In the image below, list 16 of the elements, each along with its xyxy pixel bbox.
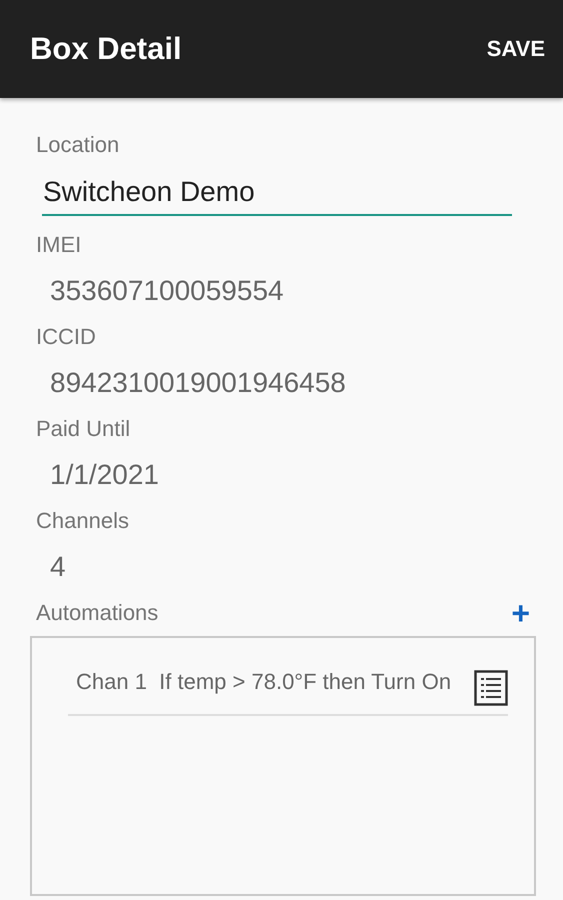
- location-field[interactable]: Switcheon Demo: [42, 168, 512, 216]
- field-label: Paid Until: [36, 415, 132, 443]
- section-label: Automations: [36, 599, 158, 627]
- field-label: IMEI: [36, 231, 82, 259]
- field-label: Channels: [36, 507, 130, 535]
- automation-item[interactable]: Chan 1 If temp > 78.0°F then Turn On: [76, 668, 466, 696]
- list-icon[interactable]: [474, 670, 508, 706]
- field-value: 8942310019001946458: [49, 366, 347, 400]
- field-label: Location: [36, 131, 120, 159]
- field-value: 4: [49, 550, 67, 584]
- field-label: ICCID: [36, 323, 97, 351]
- save-button[interactable]: SAVE: [480, 30, 551, 68]
- field-value: 1/1/2021: [49, 458, 160, 492]
- field-value: 353607100059554: [49, 274, 285, 308]
- screen-title: Box Detail: [30, 31, 182, 67]
- add-button[interactable]: +: [505, 597, 536, 629]
